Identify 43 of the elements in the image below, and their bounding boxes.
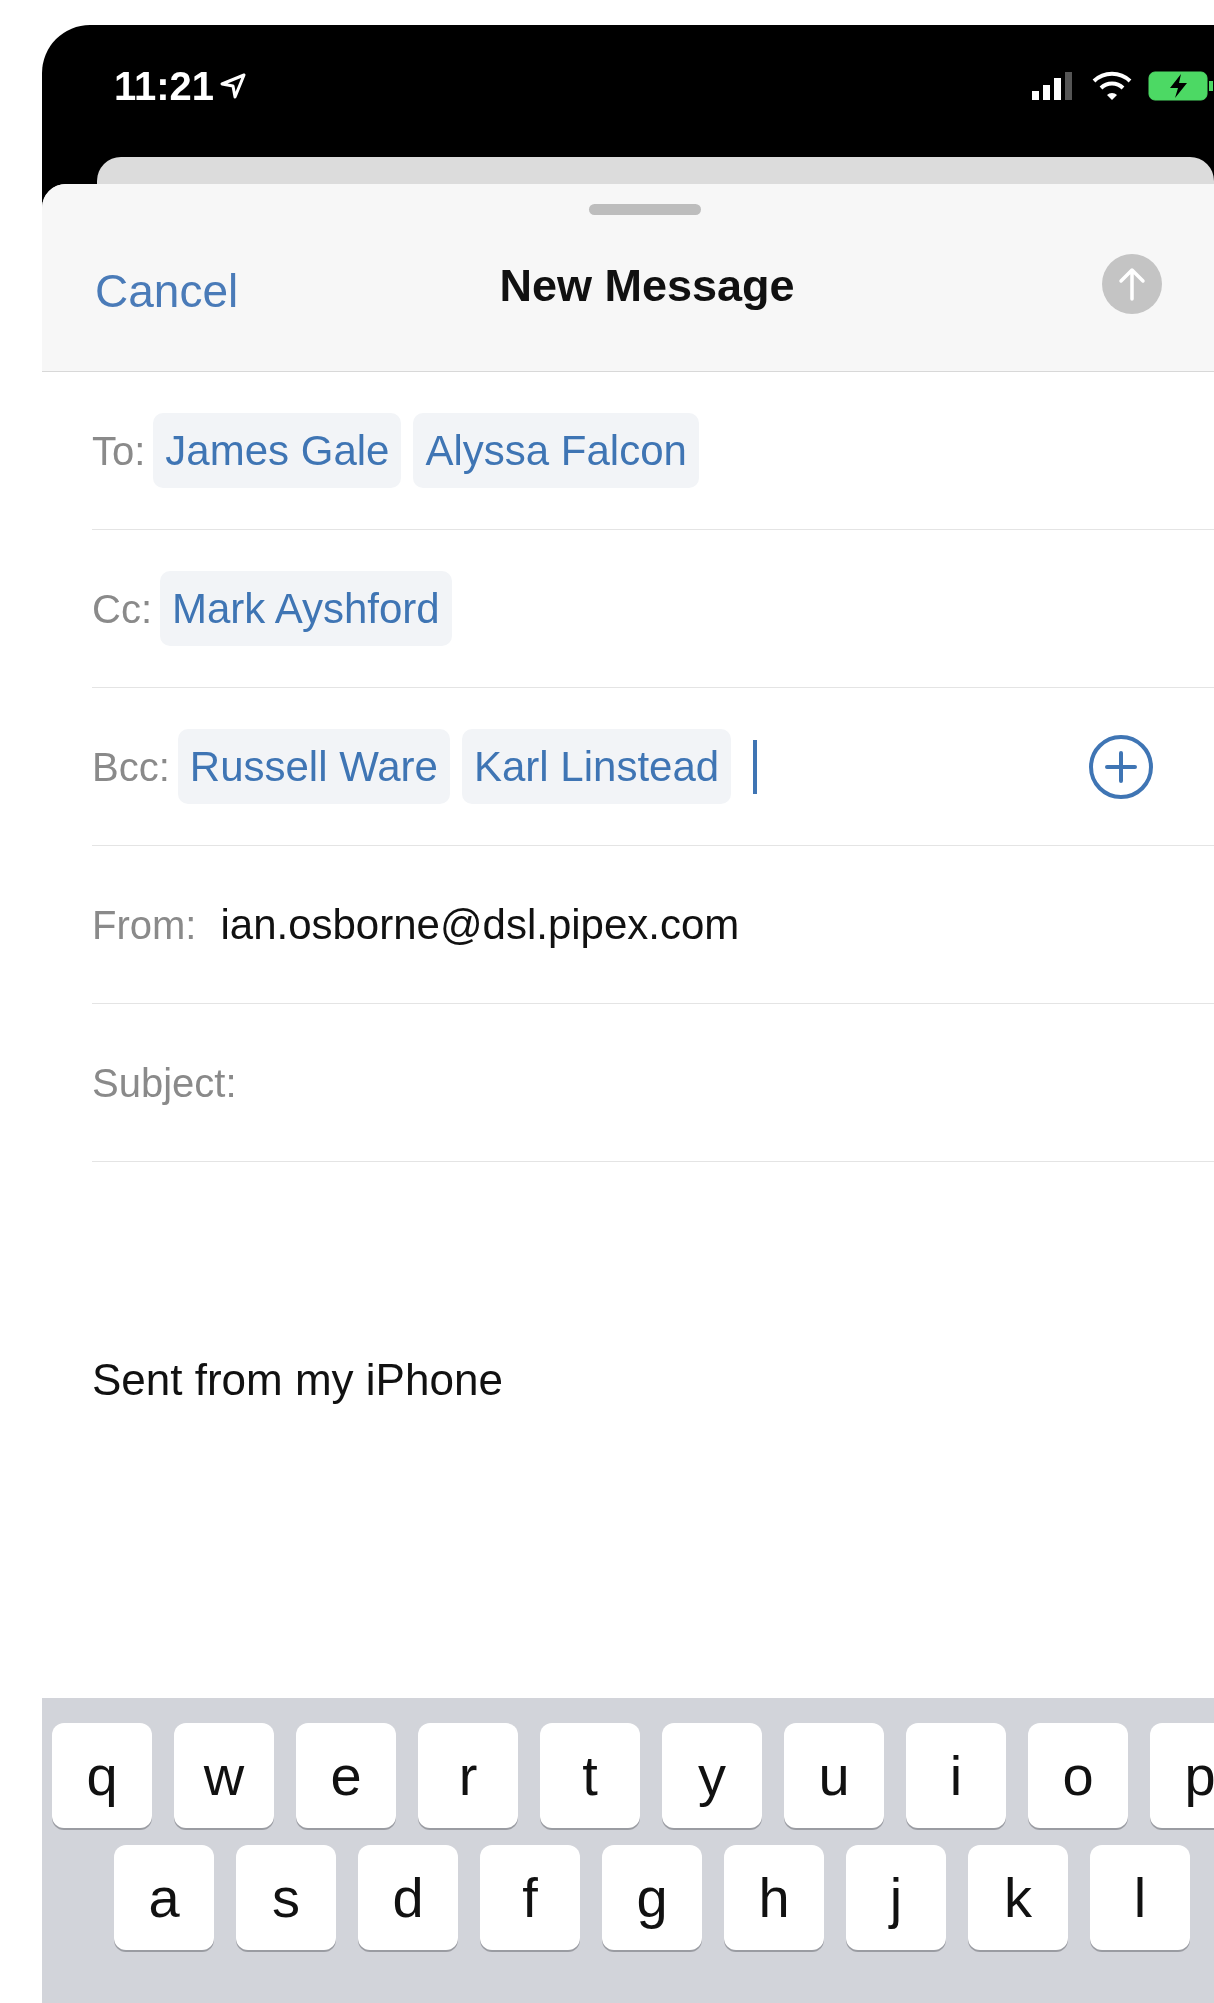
- signature-text: Sent from my iPhone: [92, 1354, 504, 1406]
- recipient-token[interactable]: Russell Ware: [177, 729, 450, 804]
- keyboard-key[interactable]: g: [602, 1845, 702, 1950]
- field-row[interactable]: Bcc: Russell Ware Karl Linstead: [92, 688, 1214, 846]
- keyboard-key[interactable]: u: [784, 1723, 884, 1828]
- field-row[interactable]: From: ian.osborne@dsl.pipex.com: [92, 846, 1214, 1004]
- keyboard-key[interactable]: l: [1090, 1845, 1190, 1950]
- keyboard-key[interactable]: p: [1150, 1723, 1214, 1828]
- keyboard-key[interactable]: s: [236, 1845, 336, 1950]
- field-label: To:: [92, 427, 146, 475]
- recipient-token[interactable]: James Gale: [153, 413, 402, 488]
- keyboard-key[interactable]: h: [724, 1845, 824, 1950]
- compose-title: New Message: [499, 260, 795, 311]
- wifi-icon: [1092, 71, 1132, 101]
- field-row[interactable]: Cc: Mark Ayshford: [92, 530, 1214, 688]
- keyboard-key[interactable]: f: [480, 1845, 580, 1950]
- recipient-token[interactable]: Karl Linstead: [461, 729, 732, 804]
- grabber-handle[interactable]: [589, 204, 701, 215]
- location-arrow-icon: [220, 73, 247, 99]
- keyboard-key[interactable]: d: [358, 1845, 458, 1950]
- keyboard-key[interactable]: o: [1028, 1723, 1128, 1828]
- keyboard-key[interactable]: t: [540, 1723, 640, 1828]
- keyboard-key[interactable]: e: [296, 1723, 396, 1828]
- arrow-up-icon: [1117, 267, 1147, 301]
- keyboard-key[interactable]: r: [418, 1723, 518, 1828]
- keyboard-key[interactable]: w: [174, 1723, 274, 1828]
- keyboard-key[interactable]: j: [846, 1845, 946, 1950]
- field-label: From:: [92, 901, 197, 949]
- keyboard-key[interactable]: k: [968, 1845, 1068, 1950]
- field-label: Cc:: [92, 585, 152, 633]
- field-label: Subject:: [92, 1059, 237, 1107]
- keyboard-key[interactable]: y: [662, 1723, 762, 1828]
- add-contact-button[interactable]: [1088, 733, 1154, 800]
- keyboard-key[interactable]: q: [52, 1723, 152, 1828]
- field-value: ian.osborne@dsl.pipex.com: [220, 900, 740, 950]
- field-label: Bcc:: [92, 743, 170, 791]
- field-row[interactable]: To: James Gale Alyssa Falcon: [92, 372, 1214, 530]
- status-time: 11:21: [114, 63, 215, 110]
- cancel-button[interactable]: Cancel: [95, 257, 239, 326]
- recipient-token[interactable]: Alyssa Falcon: [413, 413, 699, 488]
- keyboard-key[interactable]: i: [906, 1723, 1006, 1828]
- recipient-token[interactable]: Mark Ayshford: [160, 571, 452, 646]
- keyboard-key[interactable]: a: [114, 1845, 214, 1950]
